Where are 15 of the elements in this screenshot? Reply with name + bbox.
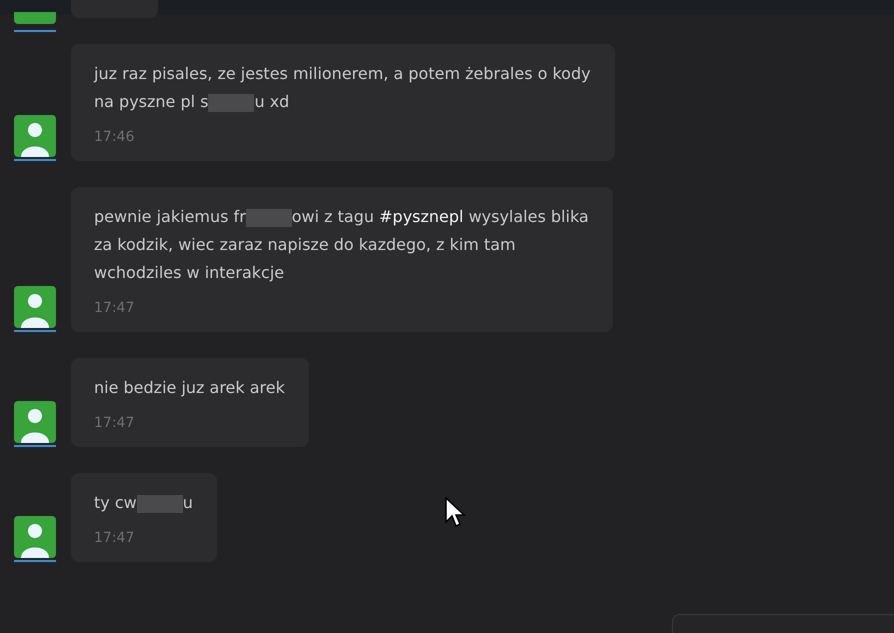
redaction-block <box>246 208 292 227</box>
message-time: 17:46 <box>94 128 136 147</box>
mouse-cursor-icon <box>445 497 467 529</box>
message-time: 17:47 <box>94 414 136 433</box>
message-text: wchodziles w interakcje <box>94 262 286 284</box>
message-text: pewnie jakiemus fr owi z tagu #pysznepl wysylales blika <box>94 206 589 229</box>
redaction-block <box>208 94 254 112</box>
message-time: 17:47 <box>94 529 136 548</box>
message-time: 17:47 <box>94 299 136 318</box>
message-text: nie bedzie juz arek arek <box>94 377 285 399</box>
message-text: ty cw u <box>94 492 193 515</box>
message-text: na pyszne pl s u xd <box>94 91 290 114</box>
message-text: juz raz pisales, ze jestes milionerem, a potem żebrales o kody <box>94 63 591 85</box>
redaction-block <box>136 494 183 513</box>
message-text: za kodzik, wiec zaraz napisze do kazdego, z kim tam <box>94 234 517 256</box>
